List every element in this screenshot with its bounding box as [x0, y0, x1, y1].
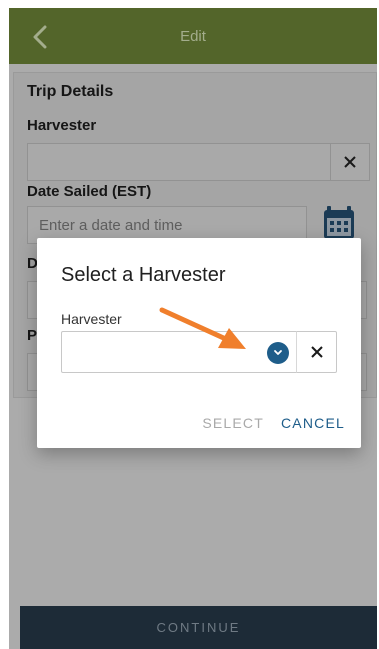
date-sailed-placeholder: Enter a date and time: [39, 216, 183, 234]
harvester-clear-button[interactable]: [296, 331, 337, 373]
date-sailed-label: Date Sailed (EST): [27, 183, 152, 200]
section-title: Trip Details: [27, 83, 114, 100]
dialog-title: Select a Harvester: [61, 264, 226, 286]
close-icon: [344, 156, 356, 168]
dropdown-toggle[interactable]: [267, 342, 289, 364]
app-header: Edit: [9, 8, 377, 64]
continue-button[interactable]: CONTINUE: [20, 606, 377, 649]
cancel-button[interactable]: CANCEL: [281, 415, 345, 431]
continue-label: CONTINUE: [156, 620, 241, 635]
annotation-arrow-icon: [159, 307, 246, 349]
select-button[interactable]: SELECT: [202, 415, 264, 431]
calendar-button[interactable]: [323, 206, 355, 240]
close-icon: [310, 346, 323, 358]
calendar-icon: [324, 206, 354, 239]
harvester-label: Harvester: [27, 117, 97, 134]
dialog-actions: SELECT CANCEL: [202, 415, 345, 431]
chevron-down-icon: [274, 350, 282, 355]
partial-field-label: P: [27, 327, 38, 344]
harvester-input[interactable]: [27, 143, 331, 181]
harvester-clear-button[interactable]: [330, 143, 370, 181]
harvester-field-label: Harvester: [61, 311, 122, 327]
page-title: Edit: [180, 28, 206, 45]
